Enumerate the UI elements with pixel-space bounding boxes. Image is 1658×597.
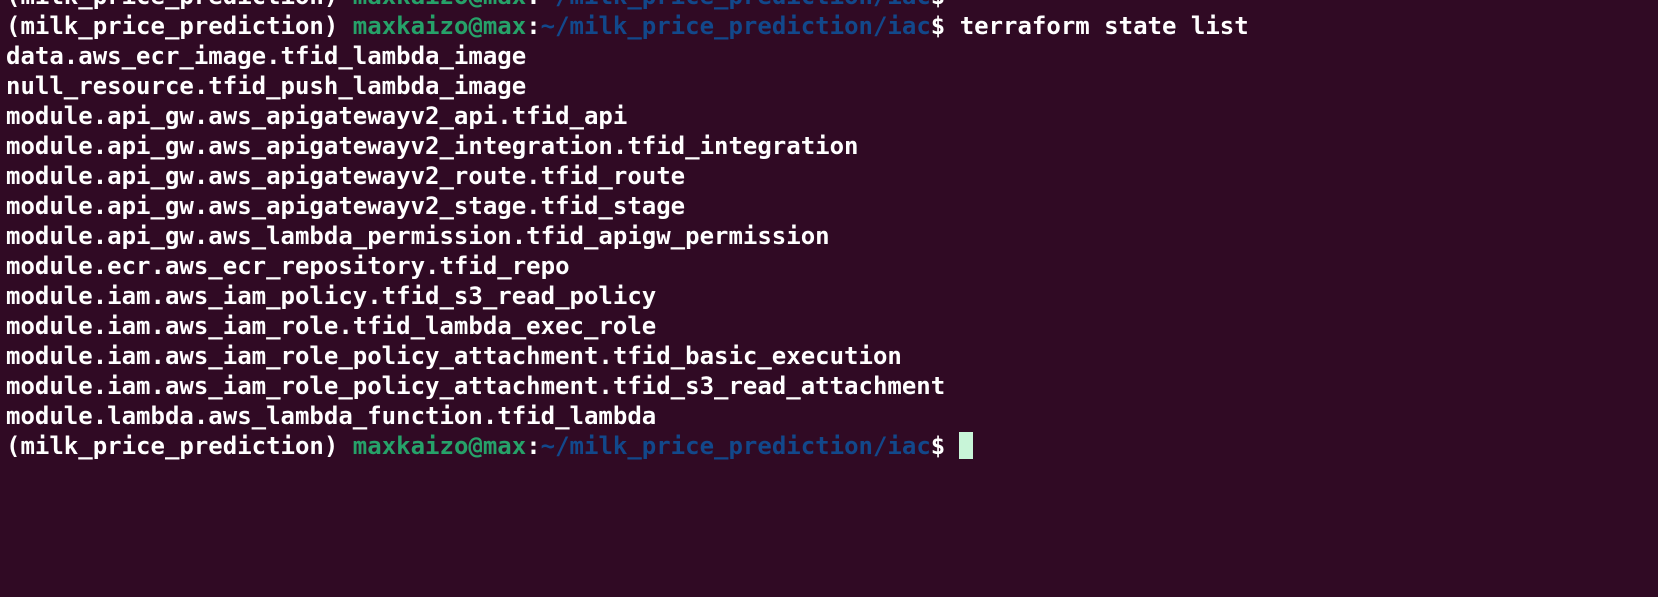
prompt-dollar: $ [930,432,946,460]
prompt-path: ~/milk_price_prediction/iac [540,432,931,460]
command-text: terraform state list [959,12,1249,40]
output-line: data.aws_ecr_image.tfid_lambda_image [6,42,527,70]
prompt-colon: : [526,12,541,40]
text-cursor[interactable] [959,431,974,459]
previous-prompt-line: (milk_price_prediction) maxkaizo@max:~/m… [6,0,1249,11]
current-prompt-line[interactable]: (milk_price_prediction) maxkaizo@max:~/m… [6,431,1249,461]
output-line: module.api_gw.aws_apigatewayv2_route.tfi… [6,162,686,190]
prompt-path: ~/milk_price_prediction/iac [541,0,931,10]
prompt-env: (milk_price_prediction) [6,12,339,40]
output-line: null_resource.tfid_push_lambda_image [6,72,527,100]
output-line: module.lambda.aws_lambda_function.tfid_l… [6,402,657,430]
prompt-dollar: $ [930,12,946,40]
prompt-colon: : [526,432,541,460]
output-line: module.iam.aws_iam_role_policy_attachmen… [6,372,946,400]
output-line: module.api_gw.aws_apigatewayv2_api.tfid_… [6,102,628,130]
prompt-env: (milk_price_prediction) [6,432,339,460]
prompt-dollar: $ [931,0,945,10]
output-line: module.api_gw.aws_lambda_permission.tfid… [6,222,830,250]
output-line: module.iam.aws_iam_role.tfid_lambda_exec… [6,312,657,340]
terminal-window[interactable]: (milk_price_prediction) maxkaizo@max:~/m… [0,0,1658,597]
prompt-user-host: maxkaizo@max [352,432,527,460]
output-line: module.ecr.aws_ecr_repository.tfid_repo [6,252,570,280]
prompt-colon: : [526,0,540,10]
command-prompt-line: (milk_price_prediction) maxkaizo@max:~/m… [6,11,1249,41]
prompt-env: (milk_price_prediction) [6,0,338,10]
terminal-buffer: (milk_price_prediction) maxkaizo@max:~/m… [6,0,1249,461]
output-line: module.api_gw.aws_apigatewayv2_stage.tfi… [6,192,686,220]
output-line: module.iam.aws_iam_role_policy_attachmen… [6,342,902,370]
prompt-path: ~/milk_price_prediction/iac [540,12,931,40]
prompt-user-host: maxkaizo@max [352,12,527,40]
prompt-user-host: maxkaizo@max [353,0,526,10]
output-line: module.api_gw.aws_apigatewayv2_integrati… [6,132,859,160]
output-line: module.iam.aws_iam_policy.tfid_s3_read_p… [6,282,657,310]
